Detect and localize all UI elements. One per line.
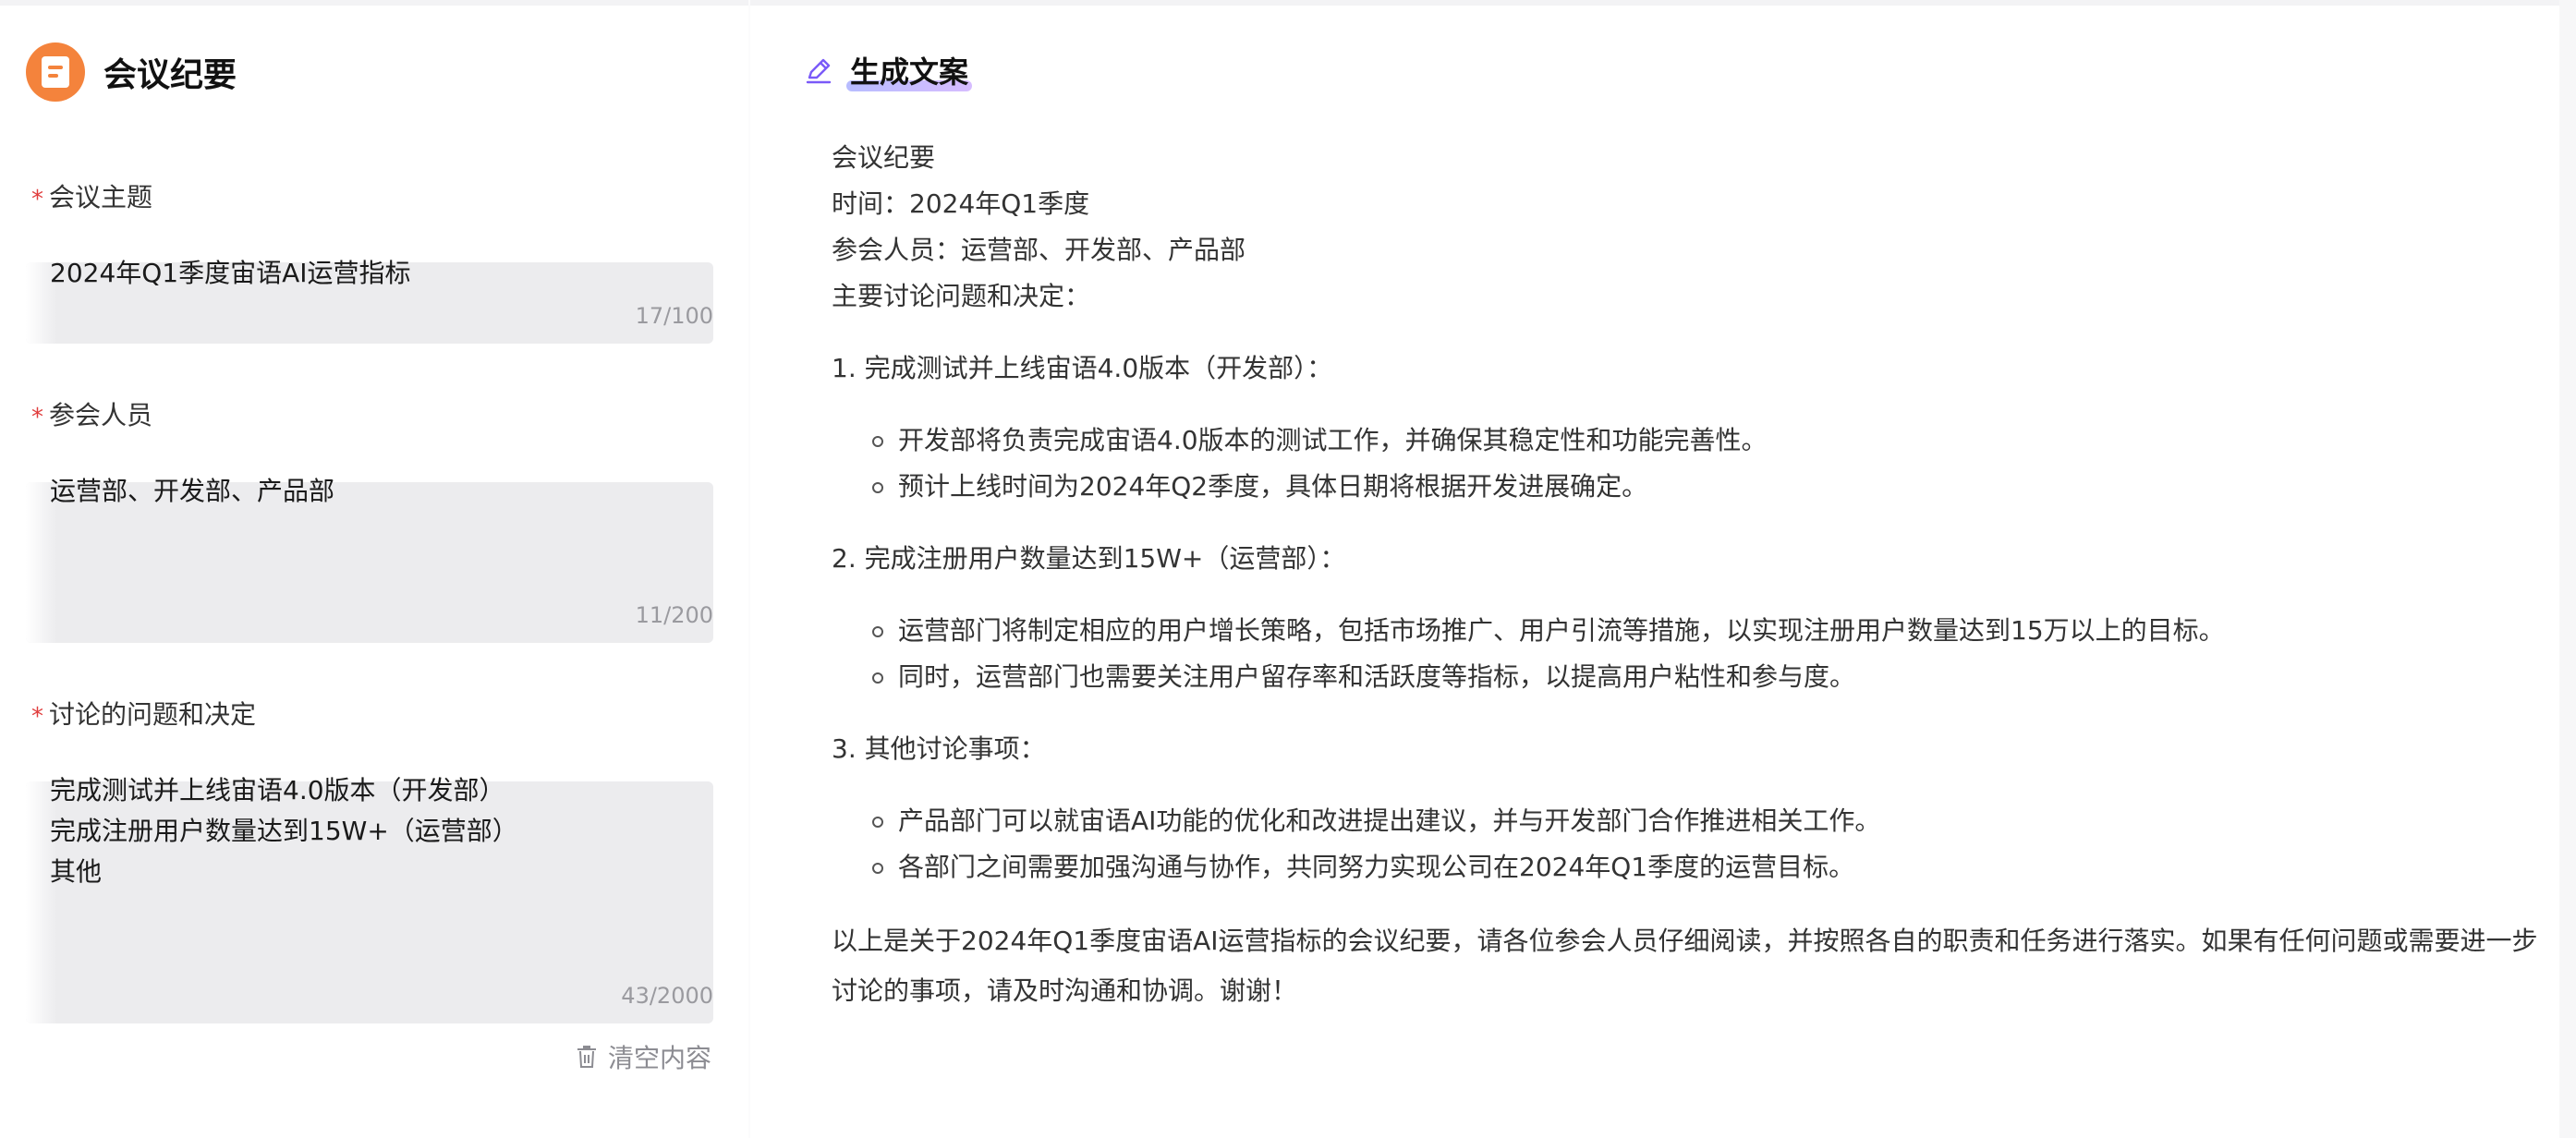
text-line: 会议纪要	[832, 142, 936, 173]
attendees-label-text: 参会人员	[49, 400, 153, 430]
list-item-text: 同时，运营部门也需要关注用户留存率和活跃度等指标，以提高用户粘性和参与度。	[898, 661, 1856, 692]
text-line: 主要讨论问题和决定：	[832, 281, 1091, 311]
required-mark: *	[31, 404, 43, 431]
attendees-value[interactable]: 运营部、开发部、产品部	[50, 471, 334, 512]
output-title: 生成文案	[846, 49, 973, 91]
bullet-list: 运营部门将制定相应的用户增长策略，包括市场推广、用户引流等措施，以实现注册用户数…	[832, 608, 2541, 700]
list-item: 开发部将负责完成宙语4.0版本的测试工作，并确保其稳定性和功能完善性。	[832, 418, 2541, 464]
pen-icon	[806, 58, 832, 84]
attendees-char-count: 11/200	[635, 602, 713, 628]
topic-label-text: 会议主题	[49, 182, 153, 212]
list-item-text: 产品部门可以就宙语AI功能的优化和改进提出建议，并与开发部门合作推进相关工作。	[898, 805, 1881, 836]
bullet-list: 产品部门可以就宙语AI功能的优化和改进提出建议，并与开发部门合作推进相关工作。 …	[832, 798, 2541, 890]
list-item-text: 运营部门将制定相应的用户增长策略，包括市场推广、用户引流等措施，以实现注册用户数…	[898, 615, 2225, 646]
required-mark: *	[31, 186, 43, 213]
scrollbar[interactable]	[2559, 0, 2576, 1138]
bullet-icon	[872, 482, 883, 493]
app-header: 会议纪要	[26, 42, 713, 102]
issues-char-count: 43/2000	[621, 983, 713, 1009]
output-panel: 生成文案 会议纪要 时间：2024年Q1季度 参会人员：运营部、开发部、产品部 …	[804, 48, 2541, 1006]
list-item-text: 开发部将负责完成宙语4.0版本的测试工作，并确保其稳定性和功能完善性。	[898, 425, 1768, 455]
section-heading: 1. 完成测试并上线宙语4.0版本（开发部）：	[832, 353, 1333, 383]
list-item: 产品部门可以就宙语AI功能的优化和改进提出建议，并与开发部门合作推进相关工作。	[832, 798, 2541, 844]
bullet-icon	[872, 626, 883, 637]
issues-label-text: 讨论的问题和决定	[49, 699, 257, 730]
bullet-icon	[872, 863, 883, 874]
section-heading: 3. 其他讨论事项：	[832, 733, 1046, 764]
required-mark: *	[31, 703, 43, 731]
bullet-icon	[872, 436, 883, 447]
app-title: 会议纪要	[103, 56, 237, 94]
section-heading: 2. 完成注册用户数量达到15W+（运营部）：	[832, 543, 1346, 574]
list-item: 运营部门将制定相应的用户增长策略，包括市场推广、用户引流等措施，以实现注册用户数…	[832, 608, 2541, 654]
list-item-text: 预计上线时间为2024年Q2季度，具体日期将根据开发进展确定。	[898, 471, 1648, 502]
clear-content-button[interactable]: 清空内容	[577, 1038, 711, 1075]
clear-content-label: 清空内容	[607, 1043, 711, 1073]
top-border	[0, 0, 2576, 6]
output-title-text: 生成文案	[850, 54, 969, 90]
closing-paragraph: 以上是关于2024年Q1季度宙语AI运营指标的会议纪要，请各位参会人员仔细阅读，…	[832, 926, 2538, 1006]
topic-label: * 会议主题	[31, 177, 152, 214]
input-panel: 会议纪要	[26, 42, 713, 102]
attendees-label: * 参会人员	[31, 395, 152, 432]
bullet-icon	[872, 672, 883, 684]
issues-value[interactable]: 完成测试并上线宙语4.0版本（开发部） 完成注册用户数量达到15W+（运营部） …	[50, 770, 518, 892]
document-icon	[26, 42, 85, 102]
bullet-list: 开发部将负责完成宙语4.0版本的测试工作，并确保其稳定性和功能完善性。 预计上线…	[832, 418, 2541, 510]
list-item: 各部门之间需要加强沟通与协作，共同努力实现公司在2024年Q1季度的运营目标。	[832, 844, 2541, 890]
panel-divider	[748, 0, 750, 1138]
issues-label: * 讨论的问题和决定	[31, 695, 256, 732]
text-line: 时间：2024年Q1季度	[832, 188, 1090, 219]
topic-value[interactable]: 2024年Q1季度宙语AI运营指标	[50, 253, 411, 294]
output-header: 生成文案	[804, 48, 2541, 92]
list-item: 预计上线时间为2024年Q2季度，具体日期将根据开发进展确定。	[832, 464, 2541, 510]
list-item: 同时，运营部门也需要关注用户留存率和活跃度等指标，以提高用户粘性和参与度。	[832, 654, 2541, 700]
list-item-text: 各部门之间需要加强沟通与协作，共同努力实现公司在2024年Q1季度的运营目标。	[898, 852, 1855, 882]
topic-char-count: 17/100	[635, 303, 713, 329]
bullet-icon	[872, 817, 883, 828]
trash-icon	[577, 1046, 596, 1068]
generated-text: 会议纪要 时间：2024年Q1季度 参会人员：运营部、开发部、产品部 主要讨论问…	[832, 135, 2541, 1016]
text-line: 参会人员：运营部、开发部、产品部	[832, 235, 1246, 265]
